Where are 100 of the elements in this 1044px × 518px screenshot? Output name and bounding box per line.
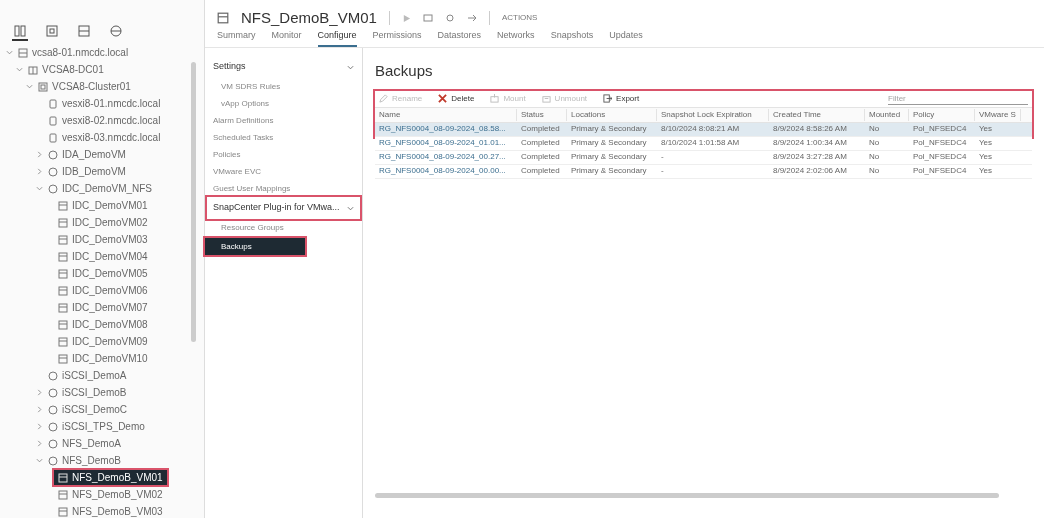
- tree-item[interactable]: iSCSI_DemoC: [44, 402, 132, 417]
- tree-item[interactable]: IDC_DemoVM_NFS: [44, 181, 157, 196]
- tab[interactable]: Snapshots: [550, 28, 594, 47]
- settings-item[interactable]: VM SDRS Rules: [205, 78, 362, 95]
- vm-icon: [217, 12, 229, 24]
- scrollbar[interactable]: [191, 62, 196, 342]
- storage-icon: [77, 24, 91, 38]
- tree-item[interactable]: IDC_DemoVM02: [54, 215, 152, 230]
- tree-item[interactable]: vesxi8-01.nmcdc.local: [44, 96, 165, 111]
- chevron-icon[interactable]: [35, 423, 43, 430]
- chevron-icon[interactable]: [35, 457, 43, 464]
- chevron-icon[interactable]: [35, 440, 43, 447]
- tree-item[interactable]: IDC_DemoVM04: [54, 249, 152, 264]
- settings-item[interactable]: Guest User Mappings: [205, 180, 362, 197]
- tree-item[interactable]: vcsa8-01.nmcdc.local: [14, 45, 133, 60]
- group-label: Settings: [213, 60, 246, 74]
- tree-item[interactable]: IDC_DemoVM06: [54, 283, 152, 298]
- chevron-icon[interactable]: [35, 389, 43, 396]
- column-header[interactable]: Status: [517, 108, 567, 121]
- chevron-icon[interactable]: [25, 83, 33, 90]
- settings-item[interactable]: Policies: [205, 146, 362, 163]
- settings-group[interactable]: Settings: [207, 56, 360, 78]
- table-cell-text: Pol_NFSEDC4: [912, 165, 968, 177]
- tree-item[interactable]: IDC_DemoVM09: [54, 334, 152, 349]
- tree-item[interactable]: NFS_DemoB_VM03: [54, 504, 167, 518]
- vm-icon: [58, 234, 68, 245]
- tree-item[interactable]: IDC_DemoVM07: [54, 300, 152, 315]
- column-header[interactable]: Policy: [909, 108, 975, 121]
- vm-icon: [58, 268, 68, 279]
- vm-icon: [58, 217, 68, 228]
- column-header[interactable]: Locations: [567, 108, 657, 121]
- tree-item[interactable]: NFS_DemoB_VM02: [54, 487, 167, 502]
- column-header[interactable]: Mounted: [865, 108, 909, 121]
- tree-item[interactable]: IDB_DemoVM: [44, 164, 130, 179]
- pool-icon: [48, 421, 58, 432]
- table-cell-text: No: [868, 137, 881, 149]
- table-cell-text: Primary & Secondary: [570, 137, 648, 149]
- pencil-icon: [379, 94, 388, 103]
- settings-item[interactable]: Backups: [205, 238, 305, 255]
- tree-item[interactable]: iSCSI_DemoB: [44, 385, 131, 400]
- vm-icon: [58, 336, 68, 347]
- table-cell-text: 8/9/2024 1:00:34 AM: [772, 137, 848, 149]
- actions-menu[interactable]: ACTIONS: [501, 12, 538, 24]
- chevron-icon[interactable]: [5, 49, 13, 56]
- pool-icon: [48, 183, 58, 194]
- chevron-icon[interactable]: [35, 406, 43, 413]
- column-header[interactable]: Created Time: [769, 108, 865, 121]
- toolbar-button[interactable]: Delete: [438, 92, 475, 105]
- vm-icon: [58, 353, 68, 364]
- host-icon: [48, 132, 58, 143]
- tree-item[interactable]: vesxi8-02.nmcdc.local: [44, 113, 165, 128]
- chevron-icon[interactable]: [15, 66, 23, 73]
- vm-icon: [58, 506, 68, 517]
- tab[interactable]: Networks: [497, 28, 535, 47]
- server-icon: [18, 47, 28, 58]
- tree-item[interactable]: IDC_DemoVM01: [54, 198, 152, 213]
- filter-field[interactable]: Filter: [888, 92, 1028, 105]
- tree-item[interactable]: IDC_DemoVM10: [54, 351, 152, 366]
- backup-link[interactable]: RG_NFS0004_08-09-2024_01.01...: [375, 137, 517, 149]
- tree-item[interactable]: iSCSI_TPS_Demo: [44, 419, 149, 434]
- settings-item[interactable]: Resource Groups: [205, 219, 362, 236]
- settings-item[interactable]: Alarm Definitions: [205, 112, 362, 129]
- tree-item[interactable]: NFS_DemoA: [44, 436, 125, 451]
- column-header[interactable]: Snapshot Lock Expiration: [657, 108, 769, 121]
- pool-icon: [48, 149, 58, 160]
- vm-icon: [45, 24, 59, 38]
- backup-link[interactable]: RG_NFS0004_08-09-2024_00.00...: [375, 165, 517, 177]
- settings-item[interactable]: VMware EVC: [205, 163, 362, 180]
- tab[interactable]: Permissions: [372, 28, 422, 47]
- column-header[interactable]: VMware S: [975, 108, 1021, 121]
- inventory-tab[interactable]: [12, 23, 28, 41]
- column-header[interactable]: Name: [375, 108, 517, 121]
- tree-item[interactable]: NFS_DemoB: [44, 453, 125, 468]
- close-icon: [438, 94, 448, 103]
- tree-item[interactable]: iSCSI_DemoA: [44, 368, 131, 383]
- tree-item[interactable]: vesxi8-03.nmcdc.local: [44, 130, 165, 145]
- tab[interactable]: Summary: [217, 28, 256, 47]
- tab[interactable]: Monitor: [271, 28, 302, 47]
- vm-icon: [58, 319, 68, 330]
- table-cell-text: Primary & Secondary: [570, 123, 648, 135]
- tab[interactable]: Updates: [609, 28, 643, 47]
- tree-item[interactable]: IDA_DemoVM: [44, 147, 130, 162]
- chevron-icon[interactable]: [35, 151, 43, 158]
- tab[interactable]: Datastores: [437, 28, 482, 47]
- tree-item[interactable]: VCSA8-Cluster01: [34, 79, 135, 94]
- settings-item[interactable]: Scheduled Tasks: [205, 129, 362, 146]
- settings-group[interactable]: SnapCenter Plug-in for VMwa...: [207, 197, 360, 219]
- chevron-icon[interactable]: [35, 168, 43, 175]
- tree-item[interactable]: IDC_DemoVM03: [54, 232, 152, 247]
- tree-item[interactable]: NFS_DemoB_VM01: [54, 470, 167, 485]
- settings-item[interactable]: vApp Options: [205, 95, 362, 112]
- horizontal-scrollbar[interactable]: [375, 493, 1000, 498]
- play-icon[interactable]: [401, 13, 411, 23]
- tree-item[interactable]: VCSA8-DC01: [24, 62, 108, 77]
- toolbar-button[interactable]: Export: [603, 92, 640, 105]
- tree-item[interactable]: IDC_DemoVM08: [54, 317, 152, 332]
- backup-link[interactable]: RG_NFS0004_08-09-2024_08.58...: [375, 123, 517, 135]
- backup-link[interactable]: RG_NFS0004_08-09-2024_00.27...: [375, 151, 517, 163]
- tree-item[interactable]: IDC_DemoVM05: [54, 266, 152, 281]
- chevron-icon[interactable]: [35, 185, 43, 192]
